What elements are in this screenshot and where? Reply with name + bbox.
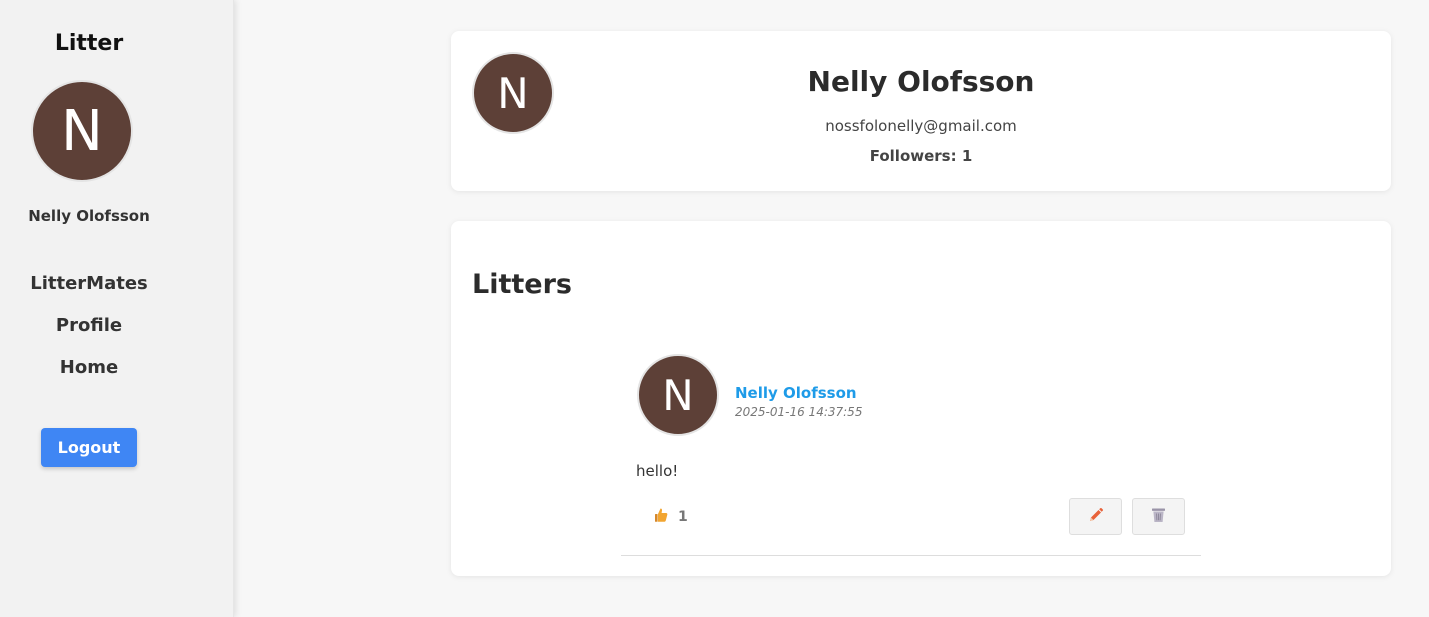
nav-item-home[interactable]: Home bbox=[0, 357, 178, 378]
post-avatar: N bbox=[637, 354, 719, 436]
post-text: hello! bbox=[636, 462, 679, 480]
app-brand[interactable]: Litter bbox=[0, 31, 178, 56]
sidebar: Litter N Nelly Olofsson LitterMates Prof… bbox=[0, 0, 234, 617]
trash-icon bbox=[1151, 507, 1166, 526]
delete-post-button[interactable] bbox=[1132, 498, 1185, 535]
litters-card: Litters N Nelly Olofsson 2025-01-16 14:3… bbox=[451, 221, 1391, 576]
like-button[interactable]: 1 bbox=[646, 501, 696, 533]
edit-post-button[interactable] bbox=[1069, 498, 1122, 535]
sidebar-avatar-letter: N bbox=[61, 98, 103, 164]
post-avatar-letter: N bbox=[662, 370, 694, 420]
logout-button[interactable]: Logout bbox=[41, 428, 137, 467]
litters-heading: Litters bbox=[472, 269, 572, 300]
nav-item-littermates[interactable]: LitterMates bbox=[0, 273, 178, 294]
thumbs-up-icon bbox=[654, 507, 669, 527]
nav-item-profile[interactable]: Profile bbox=[0, 315, 178, 336]
post-divider bbox=[621, 555, 1201, 556]
sidebar-avatar: N bbox=[31, 80, 133, 182]
profile-email: nossfolonelly@gmail.com bbox=[825, 117, 1017, 135]
post-timestamp: 2025-01-16 14:37:55 bbox=[735, 405, 863, 419]
pencil-icon bbox=[1088, 507, 1104, 526]
post-author-link[interactable]: Nelly Olofsson bbox=[735, 384, 857, 402]
profile-card: N Nelly Olofsson nossfolonelly@gmail.com… bbox=[451, 31, 1391, 191]
profile-followers: Followers: 1 bbox=[869, 147, 973, 165]
profile-name: Nelly Olofsson bbox=[807, 65, 1035, 98]
like-count: 1 bbox=[678, 509, 688, 525]
sidebar-username: Nelly Olofsson bbox=[28, 207, 150, 225]
